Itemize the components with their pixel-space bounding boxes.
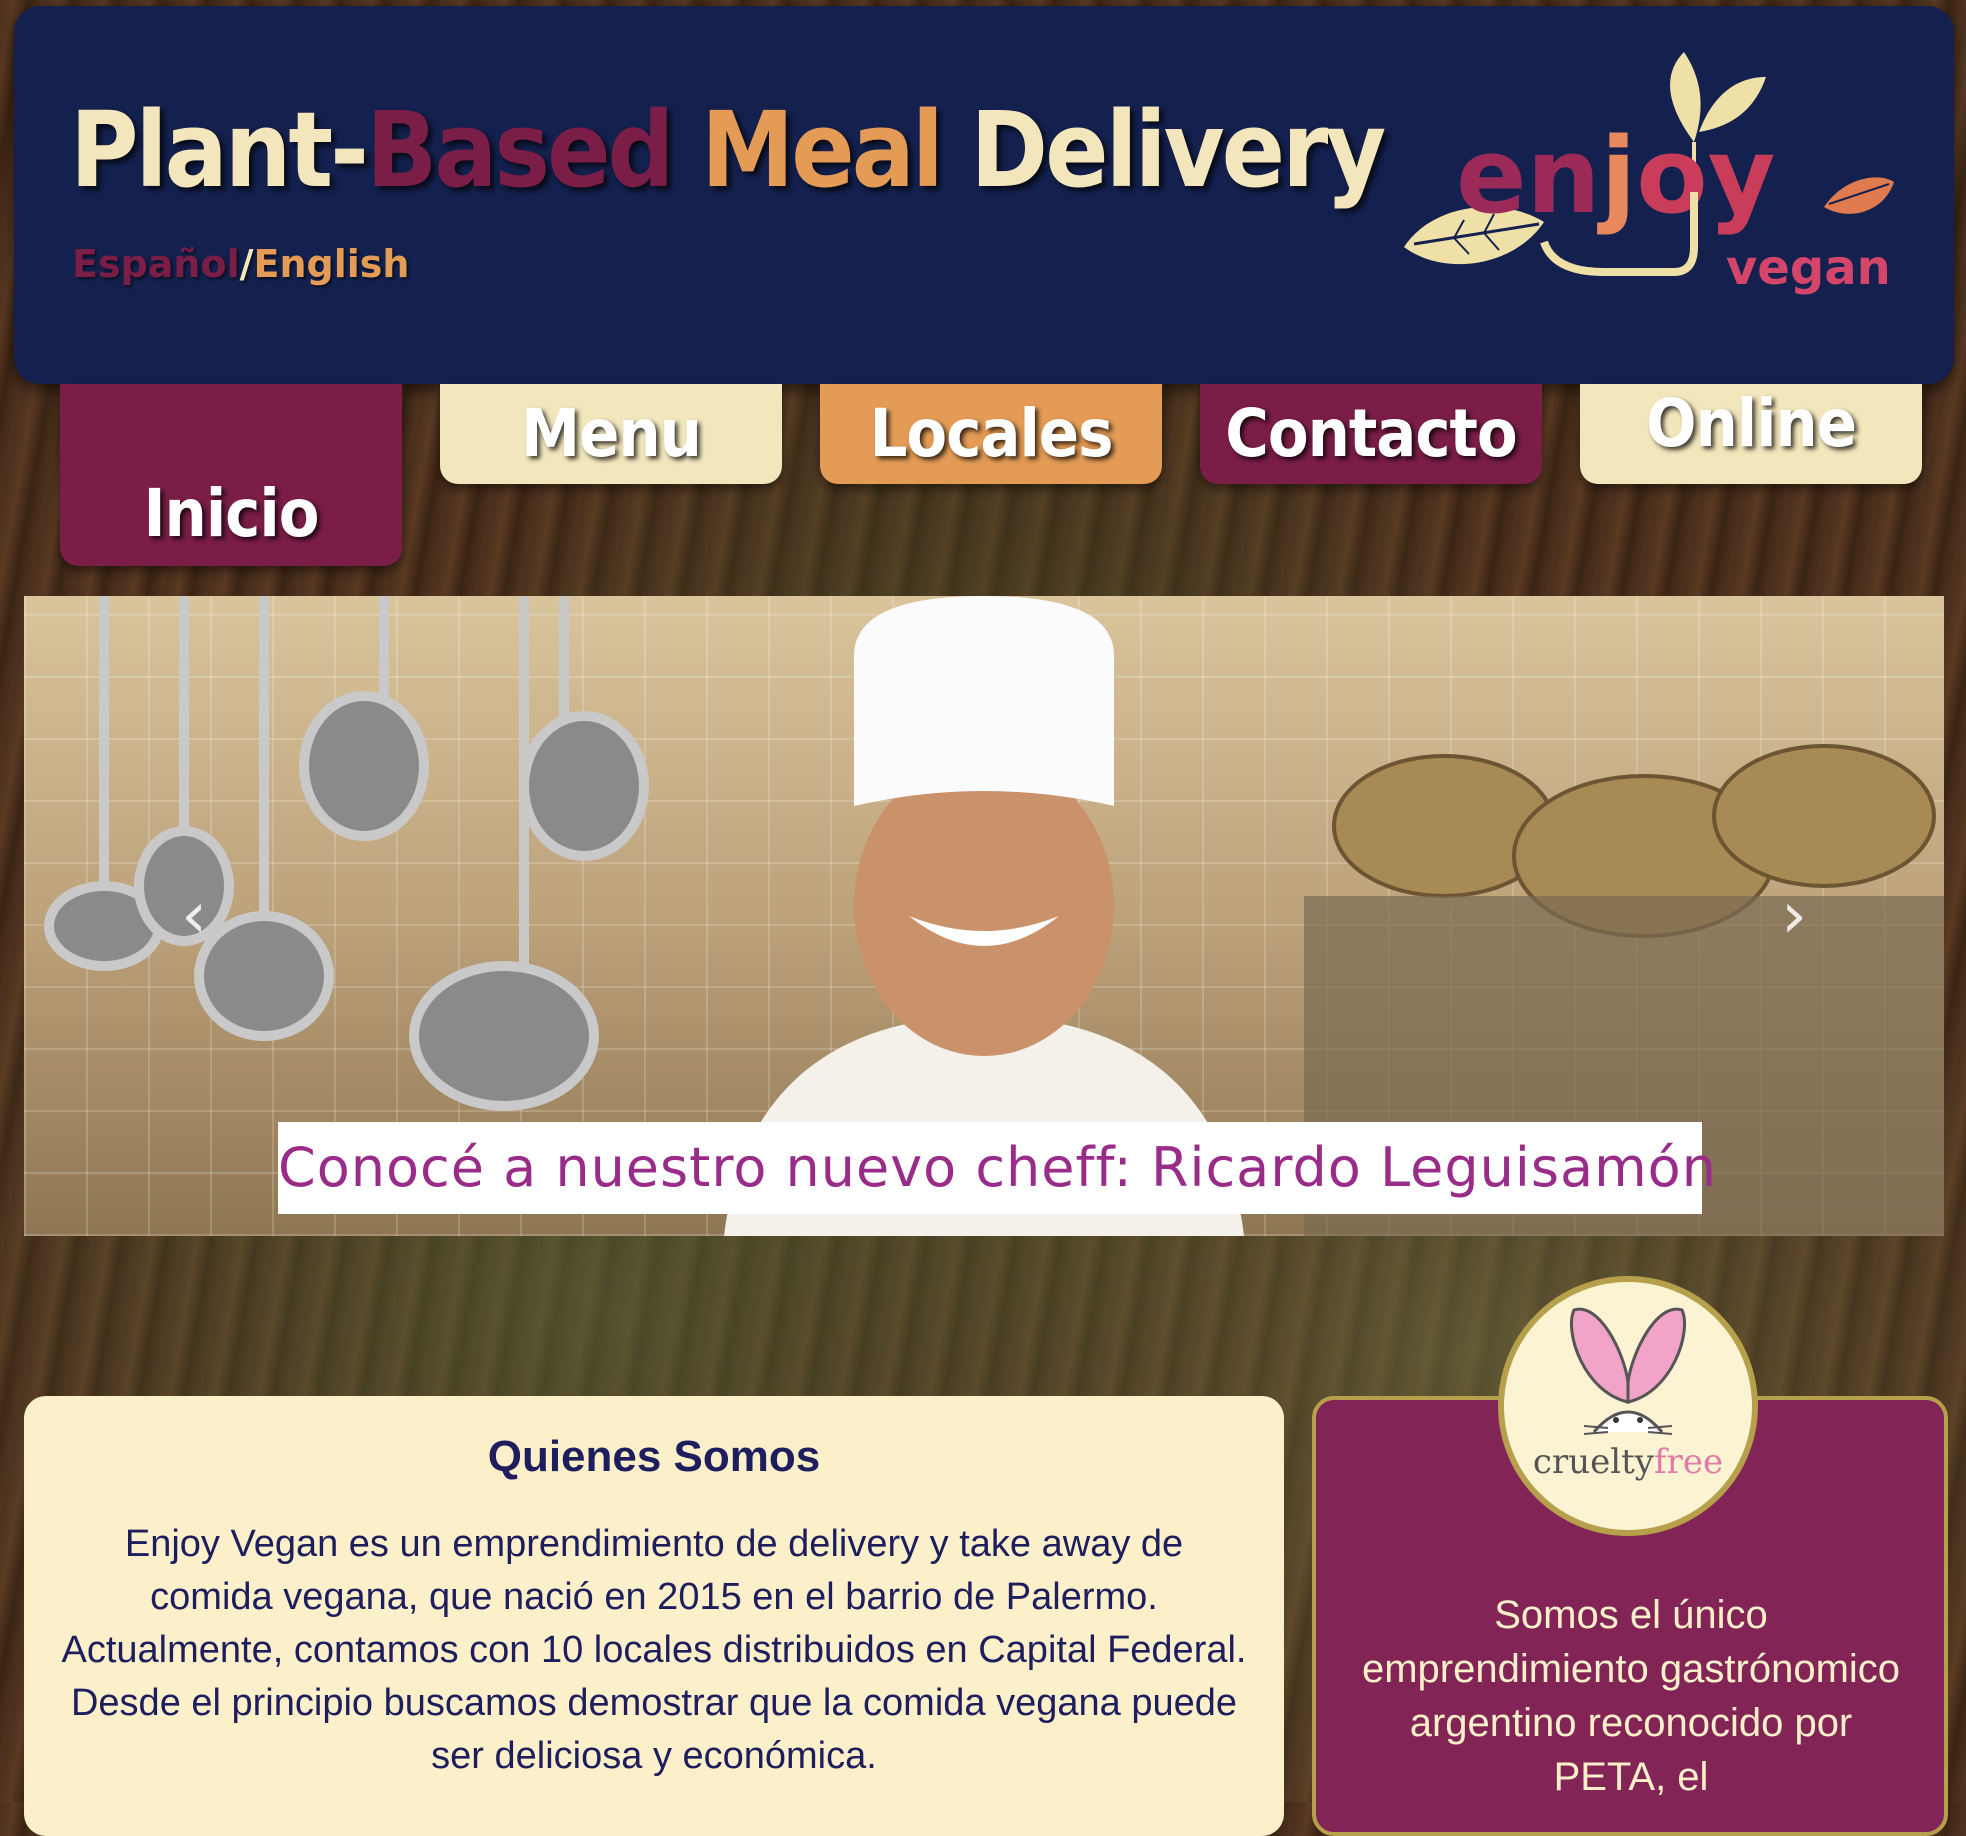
about-section: Quienes Somos Enjoy Vegan es un emprendi… [24,1396,1284,1836]
nav-online[interactable]: Online [1580,384,1922,484]
peta-text: Somos el único emprendimiento gastrónomi… [1361,1593,1901,1799]
site-header: Plant-Based Meal Delivery Español/Englis… [14,6,1954,384]
logo-text-enjoy: enjoy [1456,115,1775,237]
about-body: Enjoy Vegan es un emprendimiento de deli… [61,1523,1247,1777]
language-switcher: Español/English [72,242,409,286]
title-part-based: Based [365,89,675,211]
nav-locales[interactable]: Locales [820,384,1162,484]
lang-separator: / [239,242,254,286]
hero-carousel[interactable]: ‹ › Conocé a nuestro nuevo cheff: Ricard… [24,596,1944,1236]
lang-espanol-link[interactable]: Español [72,242,240,286]
lang-english-link[interactable]: English [254,242,410,286]
page-title: Plant-Based Meal Delivery [70,98,1386,202]
badge-word-cruelty: cruelty [1532,1442,1654,1482]
logo-text-vegan: vegan [1726,240,1891,296]
carousel-next-chevron-right-icon[interactable]: › [1764,884,1824,948]
carousel-caption: Conocé a nuestro nuevo cheff: Ricardo Le… [278,1122,1716,1214]
about-heading: Quienes Somos [487,1432,821,1481]
cruelty-free-badge: crueltyfree [1498,1276,1758,1536]
carousel-prev-chevron-left-icon[interactable]: ‹ [164,884,224,948]
title-part-delivery: Delivery [940,89,1386,211]
title-part-plant: Plant- [70,89,369,211]
bunny-icon [1569,1307,1687,1435]
nav-contacto[interactable]: Contacto [1200,384,1542,484]
enjoy-vegan-logo[interactable]: enjoy vegan [1394,32,1914,352]
nav-menu[interactable]: Menu [440,384,782,484]
logo-leaf-right-icon [1824,177,1894,214]
title-part-meal: Meal [671,89,944,211]
badge-word-free: free [1653,1442,1724,1482]
nav-inicio[interactable]: Inicio [60,384,402,566]
badge-label: crueltyfree [1504,1442,1752,1482]
